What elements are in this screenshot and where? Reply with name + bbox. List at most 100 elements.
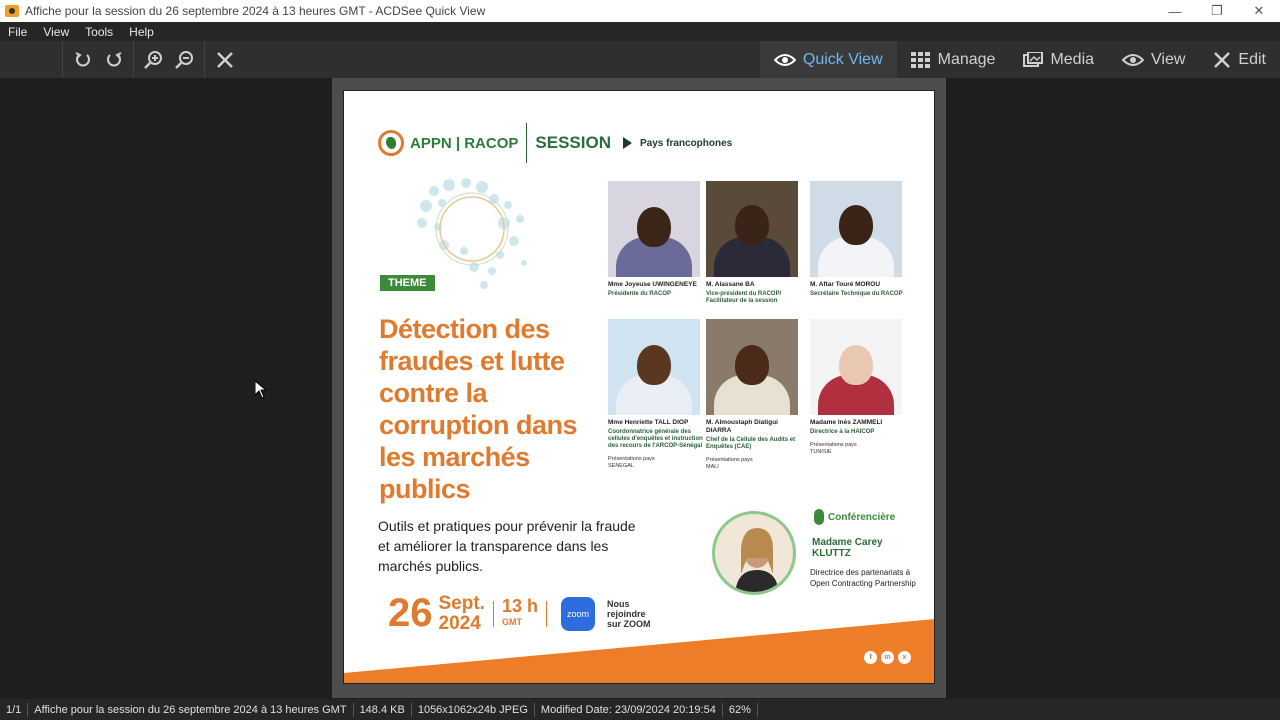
close-image-button[interactable] [209, 44, 240, 75]
mode-quick-view[interactable]: Quick View [759, 41, 897, 78]
media-icon [1023, 51, 1044, 67]
restore-button[interactable]: ❐ [1196, 0, 1238, 22]
toolbar: Quick View Manage Media View Edit [0, 41, 1280, 78]
speaker-photo [810, 319, 902, 415]
header-divider [526, 123, 528, 163]
menu-file[interactable]: File [0, 25, 35, 39]
zoom-in-button[interactable] [138, 44, 169, 75]
close-window-button[interactable]: ✕ [1238, 0, 1280, 22]
speaker-photo [706, 319, 798, 415]
rotate-group [62, 41, 133, 78]
poster-header: APPN | RACOP SESSION Pays francophones [378, 121, 732, 165]
speaker-presentation: Présentations pays [706, 457, 753, 463]
orange-footer-band [344, 619, 934, 683]
status-index: 1/1 [0, 702, 29, 717]
facebook-icon: f [864, 651, 877, 664]
speaker-presentation: Présentations pays [608, 456, 655, 462]
speaker-card: Mme Joyeuse UWINGENEYE Présidente du RAC… [608, 181, 704, 298]
zoom-group [133, 41, 204, 78]
speaker-name: M. Alassane BA [706, 281, 755, 288]
status-modified-date: Modified Date: 23/09/2024 20:19:54 [535, 702, 723, 717]
speaker-card: Madame Inès ZAMMELI Directrice à la HAIC… [810, 319, 906, 456]
speaker-photo [608, 181, 700, 277]
mode-manage[interactable]: Manage [897, 41, 1010, 78]
zoom-in-icon [143, 50, 162, 69]
speaker-card: M. Alassane BA Vice-président du RACOP/ … [706, 181, 802, 305]
mode-edit[interactable]: Edit [1199, 41, 1280, 78]
speaker-card: Mme Henriette TALL DIOP Coordonnatrice g… [608, 319, 704, 470]
africa-logo-icon [378, 130, 404, 156]
poster-image: APPN | RACOP SESSION Pays francophones T… [343, 90, 935, 684]
mouse-cursor-icon [254, 379, 268, 404]
speaker-role: Secrétaire Technique du RACOP [810, 291, 903, 297]
poster-logo-text: APPN | RACOP [410, 134, 519, 152]
speaker-country: TUNISIE [810, 449, 832, 455]
conference-label-text: Conférencière [828, 511, 896, 523]
poster-title: Détection des fraudes et lutte contre la… [379, 314, 578, 504]
speaker-photo [706, 181, 798, 277]
mode-media[interactable]: Media [1009, 41, 1108, 78]
conference-speaker-name: Madame Carey KLUTTZ [812, 537, 883, 559]
mode-media-label: Media [1050, 50, 1095, 68]
speaker-role: Vice-président du RACOP/ Facilitateur de… [706, 291, 782, 304]
edit-icon [1214, 51, 1231, 68]
speaker-presentation: Présentations pays [810, 442, 857, 448]
menu-bar: File View Tools Help [0, 22, 1280, 41]
conference-label: Conférencière [814, 509, 895, 525]
mode-switcher: Quick View Manage Media View Edit [759, 41, 1280, 78]
conference-speaker-photo [712, 511, 796, 595]
mode-manage-label: Manage [937, 50, 996, 68]
eye-icon [773, 53, 796, 66]
grid-icon [910, 51, 930, 68]
speaker-name: M. Aftar Touré MOROU [810, 281, 881, 288]
speaker-country: SENEGAL [608, 463, 634, 469]
menu-tools[interactable]: Tools [77, 25, 121, 39]
poster-pays: Pays francophones [639, 137, 733, 149]
rotate-left-icon [75, 51, 90, 66]
status-bar: 1/1 Affiche pour la session du 26 septem… [0, 699, 1280, 720]
rotate-right-icon [106, 51, 121, 66]
speaker-name: Mme Henriette TALL DIOP [608, 419, 689, 426]
microphone-icon [814, 509, 824, 525]
linkedin-icon: in [881, 651, 894, 664]
speaker-name: Madame Inès ZAMMELI [810, 419, 883, 426]
zoom-out-icon [174, 50, 193, 69]
status-filesize: 148.4 KB [354, 702, 412, 717]
speaker-card: M. Aftar Touré MOROU Secrétaire Techniqu… [810, 181, 906, 298]
mode-view-label: View [1151, 50, 1186, 68]
speaker-role: Coordonnatrice générale des cellules d'e… [608, 429, 703, 449]
speaker-photo [608, 319, 700, 415]
eye-icon [1122, 53, 1145, 66]
speaker-name: M. Almoustaph Diatigui DIARRA [706, 419, 778, 434]
speaker-role: Directrice à la HAICOP [810, 429, 875, 435]
title-bar: Affiche pour la session du 26 septembre … [0, 0, 1280, 22]
close-icon [216, 51, 233, 68]
mode-view[interactable]: View [1108, 41, 1199, 78]
status-filename: Affiche pour la session du 26 septembre … [28, 702, 354, 717]
x-twitter-icon: x [898, 651, 911, 664]
close-group [204, 41, 244, 78]
status-dimensions: 1056x1062x24b JPEG [412, 702, 535, 717]
window-title: Affiche pour la session du 26 septembre … [25, 4, 486, 18]
minimize-button[interactable]: — [1154, 0, 1196, 22]
speaker-card: M. Almoustaph Diatigui DIARRA Chef de la… [706, 319, 802, 471]
mode-edit-label: Edit [1238, 50, 1266, 68]
speaker-photo [810, 181, 902, 277]
rotate-left-button[interactable] [67, 44, 98, 75]
poster-session: SESSION [535, 133, 611, 152]
speaker-role: Présidente du RACOP [608, 291, 672, 297]
menu-view[interactable]: View [35, 25, 77, 39]
zoom-out-button[interactable] [169, 44, 200, 75]
acdsee-app-icon [5, 5, 19, 17]
social-icons: f in x [864, 651, 911, 664]
speaker-country: MALI [706, 464, 719, 470]
play-triangle-icon [622, 137, 632, 149]
mode-quick-view-label: Quick View [802, 50, 883, 68]
status-zoom[interactable]: 62% [723, 702, 758, 717]
theme-badge: THEME [380, 275, 435, 291]
speaker-name: Mme Joyeuse UWINGENEYE [608, 281, 697, 288]
menu-help[interactable]: Help [121, 25, 162, 39]
poster-subtitle: Outils et pratiques pour prévenir la fra… [378, 518, 636, 574]
rotate-right-button[interactable] [98, 44, 129, 75]
